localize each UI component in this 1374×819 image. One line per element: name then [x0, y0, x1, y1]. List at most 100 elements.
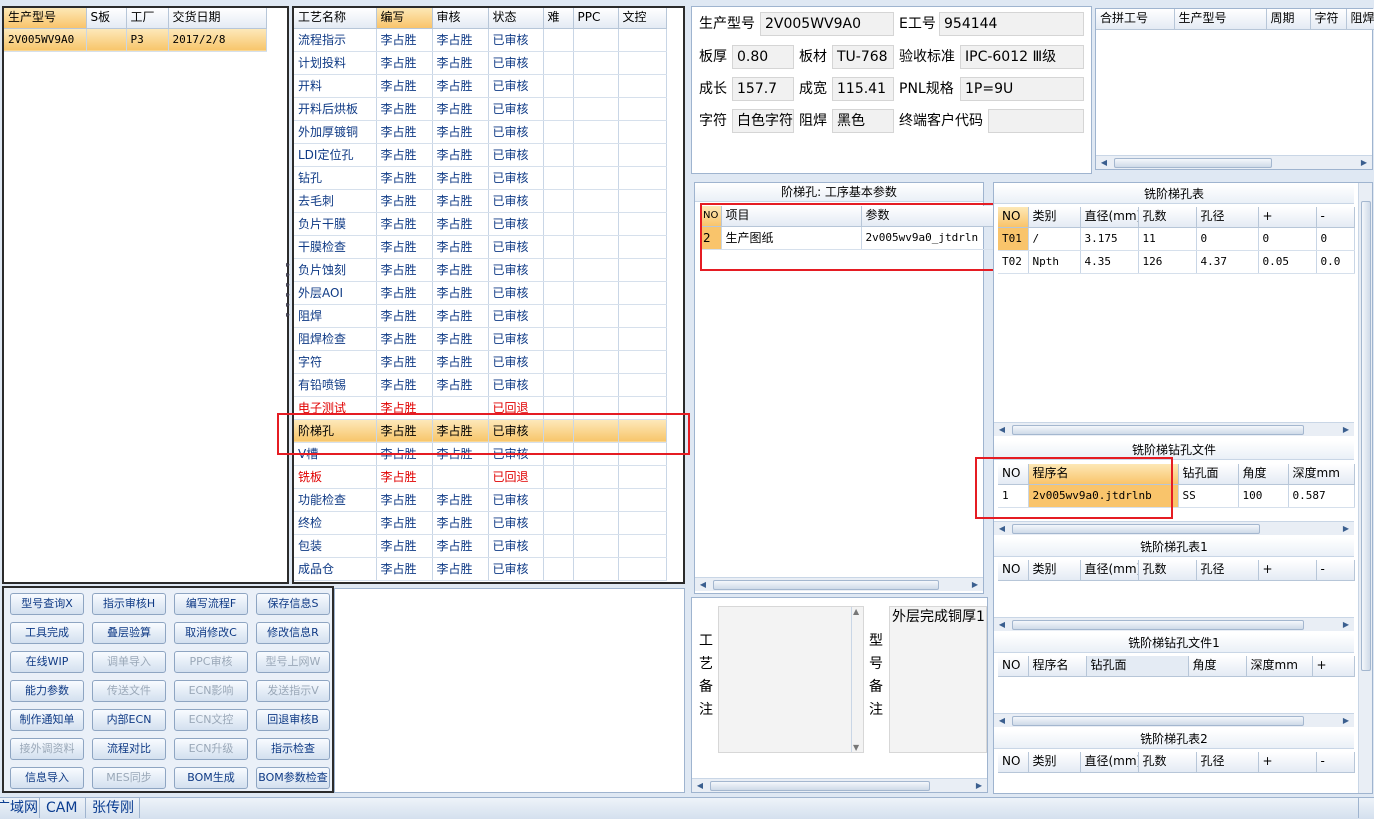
- cell-process-name[interactable]: 流程指示: [294, 28, 377, 52]
- table-row[interactable]: 功能检查 李占胜 李占胜 已审核: [294, 488, 667, 512]
- button-5-1[interactable]: 流程对比: [92, 738, 166, 760]
- cell-difficulty[interactable]: [543, 212, 574, 236]
- col-header-no[interactable]: NO: [998, 752, 1029, 773]
- table-row[interactable]: 外层AOI 李占胜 李占胜 已审核: [294, 281, 667, 305]
- col-header-minus[interactable]: -: [1316, 207, 1355, 228]
- cell-ppc[interactable]: [573, 281, 619, 305]
- process-note-vscroll[interactable]: ▲ ▼: [851, 607, 863, 752]
- cell-category[interactable]: Npth: [1028, 250, 1081, 274]
- col-header-angle[interactable]: 角度: [1238, 464, 1289, 485]
- mill-hole1-hscroll[interactable]: ◀ ▶: [994, 617, 1354, 631]
- cell-process-name[interactable]: 开料后烘板: [294, 97, 377, 121]
- cell-writer[interactable]: 李占胜: [376, 557, 433, 581]
- cell-status[interactable]: 已回退: [488, 465, 544, 489]
- cell-reviewer[interactable]: 李占胜: [432, 166, 489, 190]
- cell-hole-count[interactable]: 11: [1138, 227, 1197, 251]
- cell-doc-control[interactable]: [618, 442, 667, 466]
- cell-ppc[interactable]: [573, 534, 619, 558]
- col-header-difficulty[interactable]: 难: [543, 8, 574, 29]
- col-header-depth[interactable]: 深度mm: [1246, 656, 1313, 677]
- col-header-hole-size[interactable]: 孔径: [1196, 207, 1259, 228]
- button-3-0[interactable]: 能力参数: [10, 680, 84, 702]
- cell-status[interactable]: 已审核: [488, 373, 544, 397]
- cell-reviewer[interactable]: 李占胜: [432, 350, 489, 374]
- field-char[interactable]: 白色字符: [732, 109, 794, 133]
- cell-doc-control[interactable]: [618, 28, 667, 52]
- col-header-writer[interactable]: 编写: [376, 8, 433, 29]
- cell-difficulty[interactable]: [543, 189, 574, 213]
- table-row[interactable]: 去毛刺 李占胜 李占胜 已审核: [294, 189, 667, 213]
- cell-process-name[interactable]: 有铅喷锡: [294, 373, 377, 397]
- cell-doc-control[interactable]: [618, 396, 667, 420]
- cell-doc-control[interactable]: [618, 51, 667, 75]
- table-row[interactable]: 2V005WV9A0 P3 2017/2/8: [4, 28, 267, 52]
- cell-ppc[interactable]: [573, 28, 619, 52]
- table-row[interactable]: 成品仓 李占胜 李占胜 已审核: [294, 557, 667, 581]
- button-1-0[interactable]: 工具完成: [10, 622, 84, 644]
- cell-writer[interactable]: 李占胜: [376, 28, 433, 52]
- cell-ppc[interactable]: [573, 74, 619, 98]
- cell-doc-control[interactable]: [618, 166, 667, 190]
- process-note-textarea[interactable]: ▲ ▼: [718, 606, 864, 753]
- cell-ppc[interactable]: [573, 442, 619, 466]
- cell-ppc[interactable]: [573, 465, 619, 489]
- scroll-right-icon[interactable]: ▶: [1358, 157, 1370, 169]
- col-header-diameter[interactable]: 直径(mm): [1080, 560, 1139, 581]
- cell-item[interactable]: 生产图纸: [721, 226, 862, 250]
- field-eno[interactable]: 954144: [939, 12, 1084, 36]
- col-header-category[interactable]: 类别: [1028, 752, 1081, 773]
- cell-writer[interactable]: 李占胜: [376, 373, 433, 397]
- cell-doc-control[interactable]: [618, 465, 667, 489]
- cell-ppc[interactable]: [573, 419, 619, 443]
- cell-reviewer[interactable]: 李占胜: [432, 97, 489, 121]
- col-header-factory[interactable]: 工厂: [126, 8, 169, 29]
- table-row[interactable]: 终检 李占胜 李占胜 已审核: [294, 511, 667, 535]
- cell-difficulty[interactable]: [543, 465, 574, 489]
- mill-drill1-hscroll[interactable]: ◀ ▶: [994, 713, 1354, 727]
- button-0-2[interactable]: 编写流程F: [174, 593, 248, 615]
- cell-reviewer[interactable]: 李占胜: [432, 51, 489, 75]
- cell-program[interactable]: 2v005wv9a0.jtdrlnb: [1028, 484, 1179, 508]
- cell-writer[interactable]: 李占胜: [376, 189, 433, 213]
- col-header-model[interactable]: 生产型号: [4, 8, 87, 29]
- cell-status[interactable]: 已审核: [488, 327, 544, 351]
- col-header-diameter[interactable]: 直径(mm): [1080, 207, 1139, 228]
- cell-ppc[interactable]: [573, 327, 619, 351]
- button-0-1[interactable]: 指示审核H: [92, 593, 166, 615]
- cell-drill-side[interactable]: SS: [1178, 484, 1239, 508]
- scroll-left-icon[interactable]: ◀: [694, 780, 706, 792]
- cell-doc-control[interactable]: [618, 189, 667, 213]
- field-standard[interactable]: IPC-6012 Ⅲ级: [960, 45, 1084, 69]
- cell-process-name[interactable]: 负片蚀刻: [294, 258, 377, 282]
- scroll-thumb[interactable]: [1361, 201, 1371, 671]
- scroll-right-icon[interactable]: ▶: [969, 579, 981, 591]
- col-header-program[interactable]: 程序名: [1028, 464, 1179, 485]
- scroll-left-icon[interactable]: ◀: [996, 715, 1008, 727]
- cell-doc-control[interactable]: [618, 304, 667, 328]
- cell-writer[interactable]: 李占胜: [376, 511, 433, 535]
- col-header-plus[interactable]: +: [1312, 656, 1355, 677]
- col-header-hole-count[interactable]: 孔数: [1138, 207, 1197, 228]
- cell-difficulty[interactable]: [543, 511, 574, 535]
- cell-difficulty[interactable]: [543, 534, 574, 558]
- cell-ppc[interactable]: [573, 511, 619, 535]
- button-3-2[interactable]: ECN影响: [174, 680, 248, 702]
- table-row[interactable]: 电子测试 李占胜 已回退: [294, 396, 667, 420]
- cell-hole-size[interactable]: 0: [1196, 227, 1259, 251]
- cell-ppc[interactable]: [573, 143, 619, 167]
- cell-reviewer[interactable]: 李占胜: [432, 235, 489, 259]
- table-row[interactable]: 2 生产图纸 2v005wv9a0_jtdrln: [701, 226, 1022, 250]
- scroll-left-icon[interactable]: ◀: [697, 579, 709, 591]
- cell-reviewer[interactable]: 李占胜: [432, 189, 489, 213]
- cell-depth[interactable]: 0.587: [1288, 484, 1355, 508]
- cell-reviewer[interactable]: 李占胜: [432, 304, 489, 328]
- col-header-drill-side[interactable]: 钻孔面: [1178, 464, 1239, 485]
- cell-diameter[interactable]: 3.175: [1080, 227, 1139, 251]
- col-header-no[interactable]: NO: [998, 560, 1029, 581]
- cell-process-name[interactable]: 负片干膜: [294, 212, 377, 236]
- cell-difficulty[interactable]: [543, 74, 574, 98]
- field-customer[interactable]: [988, 109, 1084, 133]
- col-header-doc-control[interactable]: 文控: [618, 8, 667, 29]
- field-model[interactable]: 2V005WV9A0: [760, 12, 894, 36]
- cell-writer[interactable]: 李占胜: [376, 143, 433, 167]
